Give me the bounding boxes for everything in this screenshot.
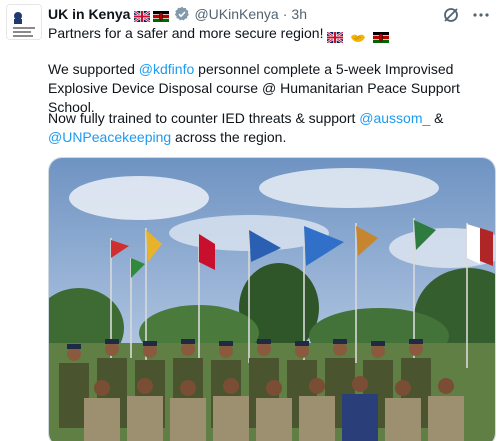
tweet-headline: Partners for a safer and more secure reg…: [48, 25, 324, 41]
para3-text-mid: &: [430, 110, 444, 126]
royal-crest-logo-icon: [7, 5, 41, 39]
para3-text-start: Now fully trained to counter IED threats…: [48, 110, 360, 126]
handshake-icon: [350, 29, 366, 42]
author-name[interactable]: UK in Kenya: [48, 6, 130, 22]
tweet-photo[interactable]: [48, 157, 496, 441]
grok-icon[interactable]: [442, 6, 460, 24]
uk-flag-icon: [133, 9, 152, 23]
mention-unpeacekeeping[interactable]: @UNPeacekeeping: [48, 129, 171, 145]
group-photo-image: [49, 158, 495, 441]
tweet-paragraph-3: Now fully trained to counter IED threats…: [48, 109, 493, 147]
header-actions: [442, 6, 490, 24]
author-handle[interactable]: @UKinKenya: [194, 6, 278, 22]
kenya-flag-icon: [153, 9, 170, 22]
tweet-text-line1: Partners for a safer and more secure reg…: [48, 24, 493, 44]
uk-flag-icon: [326, 29, 345, 44]
kenya-flag-icon: [373, 29, 390, 43]
avatar[interactable]: [6, 4, 42, 40]
mention-aussom[interactable]: @aussom_: [359, 110, 430, 126]
tweet-header: UK in Kenya @UKinKenya · 3h: [48, 4, 307, 24]
para3-text-end: across the region.: [171, 129, 287, 145]
para2-text-start: We supported: [48, 61, 139, 77]
verified-badge-icon[interactable]: [174, 6, 190, 22]
timestamp[interactable]: 3h: [291, 6, 307, 22]
separator-dot: ·: [282, 6, 288, 22]
mention-kdfinfo[interactable]: @kdfinfo: [139, 61, 194, 77]
more-icon[interactable]: [472, 6, 490, 24]
